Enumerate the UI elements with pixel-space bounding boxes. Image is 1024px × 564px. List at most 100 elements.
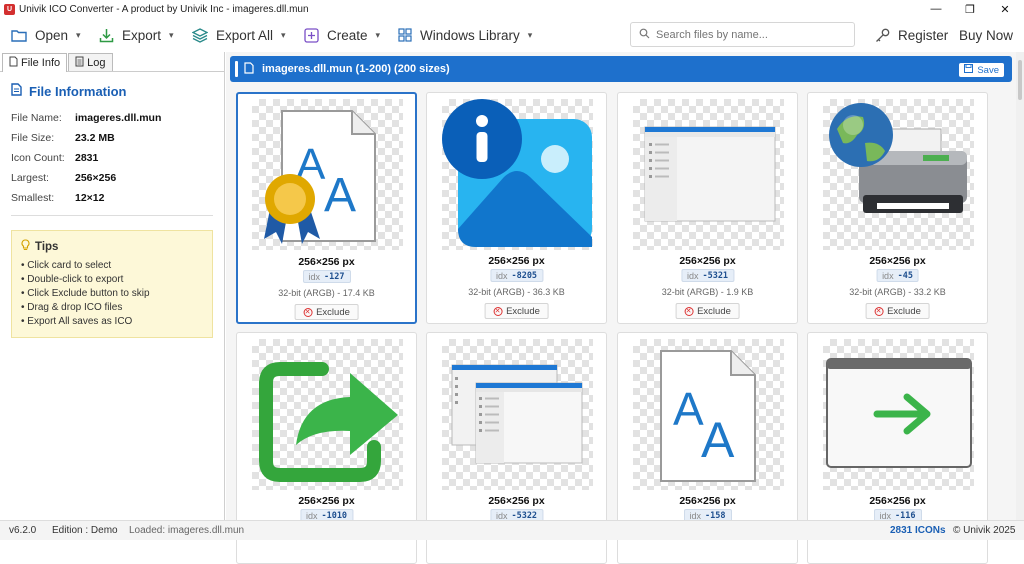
index-value: -127: [324, 271, 345, 282]
exclude-button[interactable]: ✕ Exclude: [294, 304, 359, 320]
header-accent: [235, 61, 238, 77]
export-all-label: Export All: [216, 27, 274, 43]
chevron-down-icon: ▾: [76, 29, 81, 40]
index-value: -116: [895, 510, 916, 521]
file-name-key: File Name:: [11, 112, 62, 124]
card-index-badge: idx -45: [876, 269, 919, 282]
icon-count-text: 2831 ICONs: [890, 525, 946, 536]
windows-library-button[interactable]: Windows Library ▾: [398, 18, 532, 52]
icon-card[interactable]: A A 256×256 px idx -127 32-bit (ARGB) - 1…: [236, 92, 417, 324]
icon-preview: [633, 99, 784, 250]
exclude-icon: ✕: [874, 306, 884, 316]
icon-card[interactable]: 256×256 px idx -45 32-bit (ARGB) - 33.2 K…: [807, 92, 988, 324]
icon-card[interactable]: 256×256 px idx -8205 32-bit (ARGB) - 36.3…: [426, 92, 607, 324]
minimize-button[interactable]: —: [919, 0, 953, 18]
index-label: idx: [689, 510, 702, 521]
divider: [11, 215, 213, 216]
icon-card[interactable]: 256×256 px idx -5321 32-bit (ARGB) - 1.9 …: [617, 92, 798, 324]
icon-preview: [252, 339, 403, 490]
search-icon: [639, 28, 650, 42]
smallest-row: Smallest: 12×12: [11, 188, 213, 208]
windows-library-label: Windows Library: [420, 27, 520, 43]
index-value: -45: [897, 270, 913, 281]
tab-file-info[interactable]: File Info: [2, 53, 68, 72]
index-label: idx: [882, 270, 894, 281]
icon-preview: [442, 99, 593, 250]
file-info-title: File Information: [11, 83, 213, 99]
file-header-bar: imageres.dll.mun (1-200) (200 sizes) Sav…: [230, 56, 1012, 82]
version-text: v6.2.0: [9, 525, 37, 536]
exclude-icon: ✕: [493, 306, 503, 316]
vertical-scrollbar[interactable]: [1016, 52, 1024, 520]
exclude-label: Exclude: [506, 305, 540, 317]
title-bar: U Univik ICO Converter - A product by Un…: [0, 0, 1024, 18]
export-button[interactable]: Export ▾: [99, 18, 174, 52]
window-list-icon: [644, 126, 776, 222]
export-label: Export: [122, 27, 162, 43]
card-bits: 32-bit (ARGB) - 1.9 KB: [661, 287, 754, 297]
close-button[interactable]: ✕: [988, 0, 1022, 18]
index-label: idx: [495, 270, 508, 281]
register-button[interactable]: Register: [875, 18, 948, 52]
tip-item: • Click Exclude button to skip: [21, 288, 150, 299]
folder-icon: [11, 28, 27, 42]
icon-preview: A A: [633, 339, 784, 490]
smallest-value: 12×12: [75, 192, 105, 204]
left-tabs: File Info Log: [0, 52, 224, 72]
open-button[interactable]: Open ▾: [11, 18, 81, 52]
tips-title: Tips: [35, 240, 59, 253]
log-tab-icon: [75, 56, 84, 70]
toolbar: Open ▾ Export ▾ Export All ▾ Create ▾ Wi…: [0, 18, 1024, 52]
maximize-button[interactable]: ❐: [953, 0, 987, 18]
scrollbar-thumb[interactable]: [1018, 60, 1022, 100]
tip-item: • Drag & drop ICO files: [21, 302, 123, 313]
create-button[interactable]: Create ▾: [304, 18, 380, 52]
tab-log[interactable]: Log: [68, 53, 113, 71]
card-size: 256×256 px: [488, 255, 545, 267]
chevron-down-icon: ▾: [527, 29, 533, 40]
exclude-button[interactable]: ✕ Exclude: [865, 303, 930, 319]
search-box[interactable]: [630, 22, 855, 47]
document-icon: [11, 83, 22, 99]
buy-now-label: Buy Now: [959, 27, 1014, 43]
export-all-button[interactable]: Export All ▾: [192, 18, 286, 52]
copyright-text: © Univik 2025: [953, 525, 1016, 536]
index-value: -158: [705, 510, 726, 521]
index-label: idx: [879, 510, 892, 521]
file-size-key: File Size:: [11, 132, 55, 144]
index-value: -8205: [511, 270, 538, 281]
edition-text: Edition : Demo: [52, 525, 118, 536]
font-certificate-icon: A A: [264, 110, 376, 244]
icon-count-value: 2831: [75, 152, 99, 164]
exclude-icon: ✕: [303, 307, 313, 317]
search-input[interactable]: [656, 28, 841, 41]
file-size-row: File Size: 23.2 MB: [11, 128, 213, 148]
exclude-button[interactable]: ✕ Exclude: [484, 303, 549, 319]
status-bar: v6.2.0 Edition : Demo Loaded: imageres.d…: [0, 520, 1024, 540]
icon-preview: [823, 339, 974, 490]
buy-now-button[interactable]: Buy Now: [959, 18, 1013, 52]
svg-text:A: A: [673, 383, 704, 435]
file-info-tab-icon: [9, 56, 18, 70]
chevron-down-icon: ▾: [375, 29, 381, 40]
largest-value: 256×256: [75, 172, 117, 184]
card-size: 256×256 px: [298, 256, 355, 268]
plus-square-icon: [304, 27, 319, 43]
index-label: idx: [495, 510, 508, 521]
tip-item: • Double-click to export: [21, 274, 124, 285]
card-index-badge: idx -8205: [489, 269, 544, 282]
index-value: -5322: [511, 510, 538, 521]
exclude-label: Exclude: [887, 305, 921, 317]
file-name-row: File Name: imageres.dll.mun: [11, 108, 213, 128]
save-button[interactable]: Save: [959, 63, 1004, 77]
icon-count-key: Icon Count:: [11, 152, 65, 164]
left-panel: File Info Log File Information File Name…: [0, 52, 225, 520]
card-size: 256×256 px: [298, 495, 355, 507]
largest-key: Largest:: [11, 172, 49, 184]
icon-grid-area: imageres.dll.mun (1-200) (200 sizes) Sav…: [226, 52, 1016, 564]
window-title: Univik ICO Converter - A product by Univ…: [19, 3, 309, 15]
file-name-value: imageres.dll.mun: [75, 112, 162, 124]
exclude-button[interactable]: ✕ Exclude: [675, 303, 740, 319]
icon-preview: [823, 99, 974, 250]
exclude-label: Exclude: [697, 305, 731, 317]
